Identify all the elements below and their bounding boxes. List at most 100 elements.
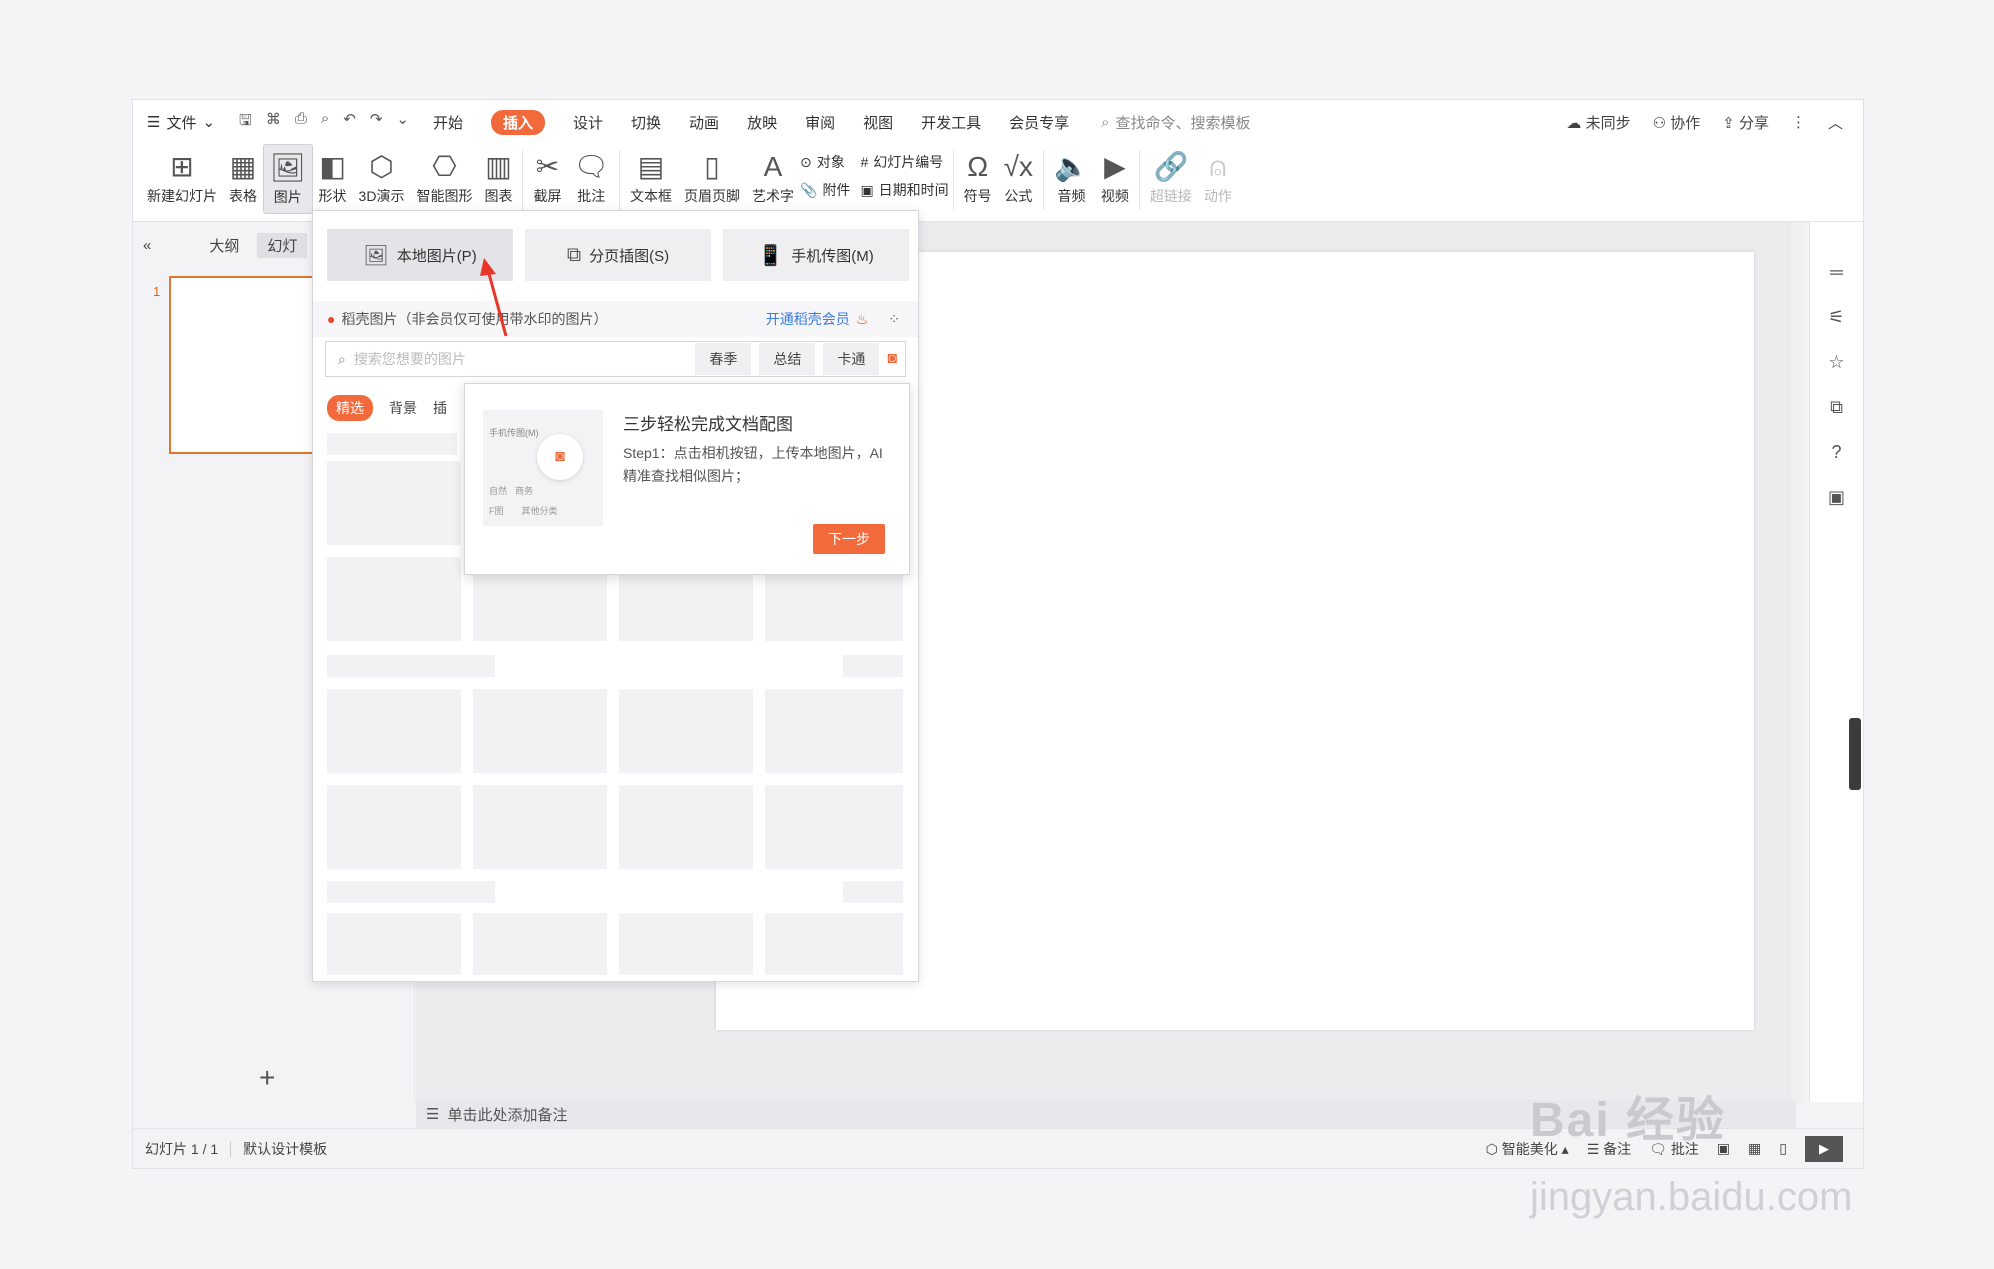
placeholder-bar — [843, 881, 903, 903]
preview-icon[interactable]: ⌕ — [321, 110, 329, 135]
redo-icon[interactable]: ↷ — [370, 110, 383, 135]
docer-member-link[interactable]: 开通稻壳会员 ♨ — [766, 309, 869, 329]
tab-outline[interactable]: 大纲 — [209, 235, 239, 256]
symbol-button[interactable]: Ω 符号 — [958, 144, 998, 214]
attachment-button[interactable]: 📎 附件 — [800, 180, 850, 200]
cat-featured[interactable]: 精选 — [327, 395, 373, 421]
search-input[interactable]: 搜索您想要的图片 — [354, 349, 695, 369]
customize-icon[interactable]: ⌄ — [396, 110, 409, 135]
collab-button[interactable]: ⚇ 协作 — [1653, 112, 1701, 133]
docer-promo: ● 稻壳图片（非会员仅可使用带水印的图片） 开通稻壳会员 ♨ ⁘ — [313, 301, 918, 337]
picture-search[interactable]: ⌕ 搜索您想要的图片 春季 总结 卡通 ◙ — [325, 341, 906, 377]
placeholder-thumb — [765, 913, 903, 975]
action-button[interactable]: ⍝ 动作 — [1198, 144, 1238, 214]
tab-slides[interactable]: 幻灯 — [257, 232, 308, 258]
template-name[interactable]: 默认设计模板 — [243, 1139, 327, 1159]
tag-summary[interactable]: 总结 — [759, 343, 816, 375]
cat-illustration[interactable]: 插 — [433, 398, 447, 418]
switch-icon[interactable]: ⧉ — [1830, 397, 1843, 418]
textbox-icon: ▤ — [637, 151, 665, 182]
video-icon: ▶ — [1104, 151, 1126, 182]
grid-view-icon[interactable]: ▦ — [1748, 1140, 1761, 1157]
cat-background[interactable]: 背景 — [389, 398, 417, 418]
command-search[interactable]: ⌕ 查找命令、搜索模板 — [1101, 112, 1250, 133]
placeholder-bar — [327, 655, 495, 677]
collapse-panel-icon[interactable]: « — [143, 237, 151, 254]
red-arrow-annotation — [480, 258, 508, 337]
sync-button[interactable]: ☁ 未同步 — [1566, 112, 1630, 133]
screenshot-button[interactable]: ✂ 截屏 — [527, 144, 567, 214]
tab-developer[interactable]: 开发工具 — [907, 112, 995, 133]
tab-animation[interactable]: 动画 — [675, 112, 733, 133]
chevron-down-icon: ⌄ — [202, 114, 216, 131]
shape-button[interactable]: ◧ 形状 — [313, 144, 353, 214]
audio-button[interactable]: 🔈 音频 — [1048, 144, 1095, 214]
guide-text: Step1：点击相机按钮，上传本地图片，AI精准查找相似图片； — [623, 445, 883, 484]
undo-icon[interactable]: ↶ — [343, 110, 356, 135]
slide-number-button[interactable]: # 幻灯片编号 — [860, 152, 948, 172]
tag-spring[interactable]: 春季 — [695, 343, 752, 375]
hamburger-icon: ☰ — [147, 114, 161, 131]
smart-graphic-button[interactable]: ⎔ 智能图形 — [410, 144, 478, 214]
tab-member[interactable]: 会员专享 — [995, 112, 1083, 133]
wordart-button[interactable]: A 艺术字 — [746, 144, 800, 214]
table-button[interactable]: ▦ 表格 — [223, 144, 263, 214]
property-icon[interactable]: ⚟ — [1828, 307, 1844, 328]
object-icon: ⊙ — [800, 153, 812, 170]
video-button[interactable]: ▶ 视频 — [1095, 144, 1135, 214]
help-icon[interactable]: ? — [1831, 442, 1841, 463]
collapse-icon[interactable]: ︿ — [1828, 112, 1843, 133]
print-icon[interactable]: ⎙ — [295, 110, 307, 135]
formula-icon: √x — [1003, 151, 1034, 182]
add-slide-icon[interactable]: + — [259, 1062, 275, 1094]
tab-insert[interactable]: 插入 — [477, 109, 559, 135]
tab-view[interactable]: 视图 — [849, 112, 907, 133]
phone-image-icon: 📱 — [758, 244, 784, 267]
formula-button[interactable]: √x 公式 — [998, 144, 1039, 214]
tab-transition[interactable]: 切换 — [617, 112, 675, 133]
slide-number: 1 — [153, 284, 161, 299]
chart-button[interactable]: ▥ 图表 — [478, 144, 518, 214]
save-icon[interactable]: 🖫 — [239, 110, 252, 135]
datetime-button[interactable]: ▣ 日期和时间 — [860, 180, 948, 200]
tag-cartoon[interactable]: 卡通 — [823, 343, 880, 375]
guide-title: 三步轻松完成文档配图 — [623, 415, 793, 434]
phone-picture-button[interactable]: 📱 手机传图(M) — [723, 229, 909, 281]
camera-icon[interactable]: ◙ — [887, 350, 897, 368]
sidebar-handle-icon: ═ — [1830, 262, 1843, 282]
quick-access: 🖫 ⌘ ⎙ ⌕ ↶ ↷ ⌄ — [229, 110, 419, 135]
tab-design[interactable]: 设计 — [559, 112, 617, 133]
menu-right: ☁ 未同步 ⚇ 协作 ⇪ 分享 ⋮ ︿ — [1566, 112, 1863, 133]
new-slide-button[interactable]: ⊞ 新建幻灯片 — [141, 144, 223, 214]
3d-demo-button[interactable]: ⬡ 3D演示 — [353, 144, 411, 214]
tab-slideshow[interactable]: 放映 — [733, 112, 791, 133]
vertical-scrollbar[interactable] — [1791, 222, 1805, 1102]
smart-graphic-icon: ⎔ — [432, 151, 457, 182]
object-button[interactable]: ⊙ 对象 — [800, 152, 850, 172]
picture-button[interactable]: 🖼 图片 — [263, 144, 313, 214]
pin-icon[interactable]: ☆ — [1828, 352, 1844, 373]
side-widget[interactable] — [1849, 718, 1861, 790]
apps-grid-icon[interactable]: ⁘ — [888, 311, 900, 328]
scissors-icon: ✂ — [535, 151, 560, 182]
placeholder-thumb — [327, 557, 461, 641]
header-footer-button[interactable]: ▯ 页眉页脚 — [678, 144, 746, 214]
comment-button[interactable]: 🗨 批注 — [567, 144, 615, 214]
archive-icon[interactable]: ▣ — [1828, 487, 1845, 508]
file-menu[interactable]: ☰ 文件 ⌄ — [133, 112, 229, 133]
more-icon[interactable]: ⋮ — [1791, 113, 1806, 131]
ribbon-divider — [1138, 150, 1140, 210]
share-button[interactable]: ⇪ 分享 — [1722, 112, 1769, 133]
placeholder-thumb — [327, 785, 461, 869]
play-button[interactable]: ▶ — [1805, 1135, 1843, 1162]
placeholder-thumb — [327, 913, 461, 975]
tab-review[interactable]: 审阅 — [791, 112, 849, 133]
hyperlink-button[interactable]: 🔗 超链接 — [1144, 144, 1198, 214]
format-painter-icon[interactable]: ⌘ — [266, 110, 281, 135]
page-picture-button[interactable]: ⧉ 分页插图(S) — [525, 229, 711, 281]
next-step-button[interactable]: 下一步 — [813, 524, 885, 554]
reading-view-icon[interactable]: ▯ — [1779, 1140, 1787, 1157]
guide-tooltip: 手机传图(M) ◙ 自然 商务 F图 其他分类 三步轻松完成文档配图 Step1：点… — [464, 383, 910, 575]
textbox-button[interactable]: ▤ 文本框 — [624, 144, 678, 214]
tab-home[interactable]: 开始 — [419, 112, 477, 133]
